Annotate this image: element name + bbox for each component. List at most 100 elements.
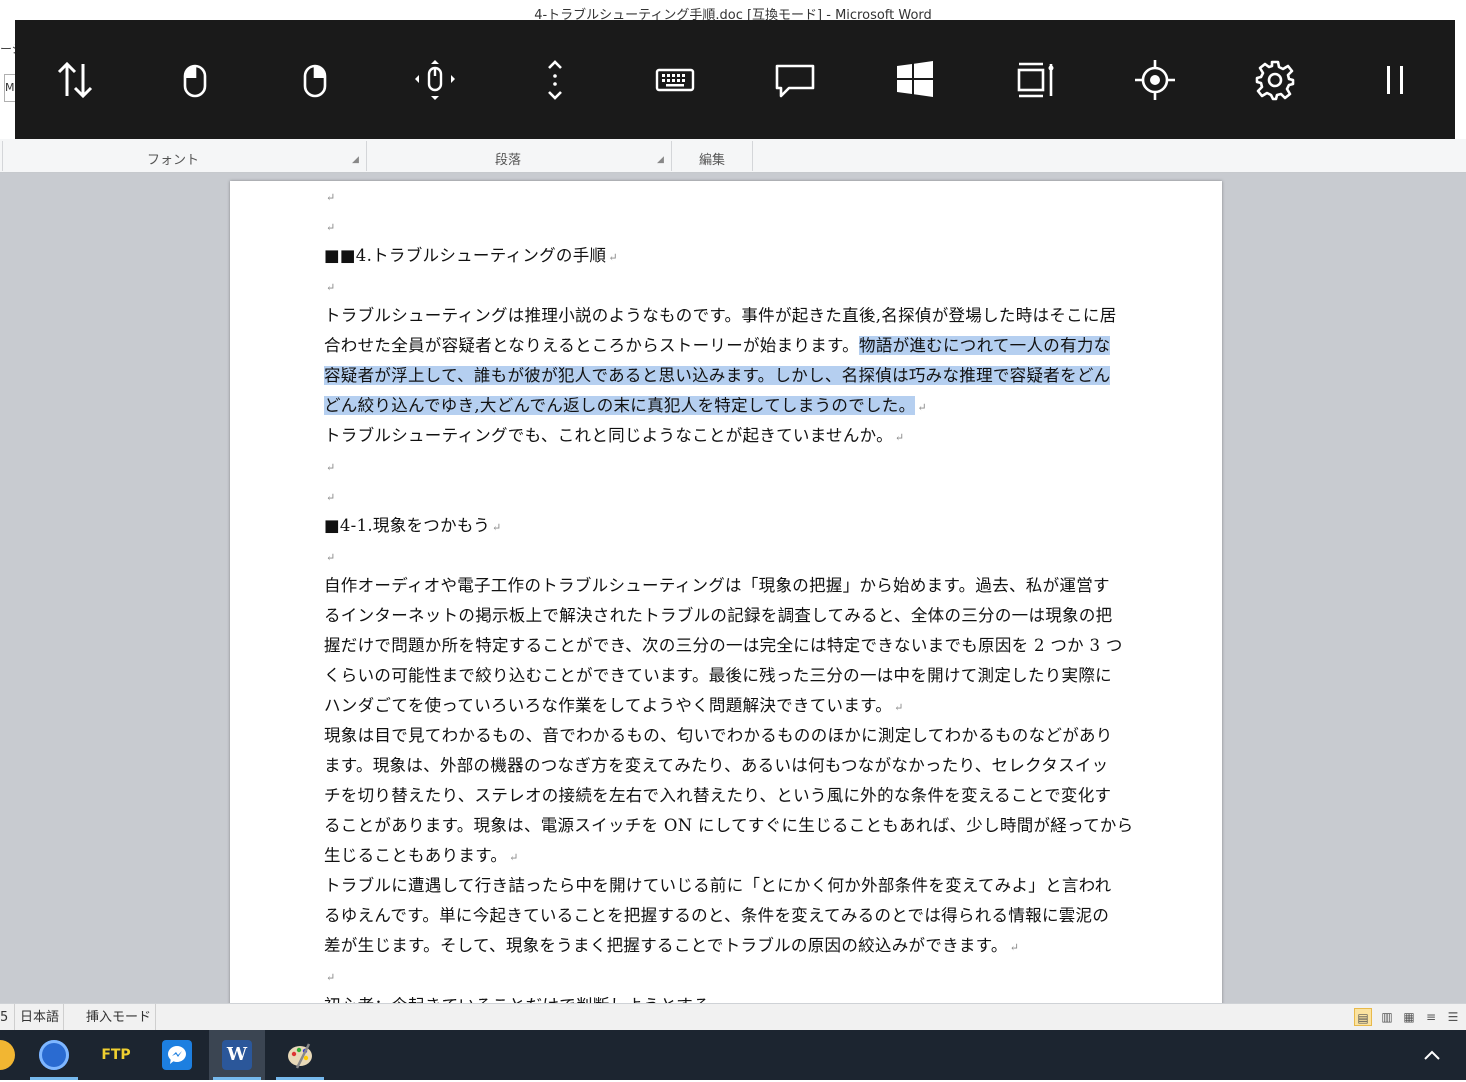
- toolbar-resize-button[interactable]: [975, 20, 1095, 139]
- document-line[interactable]: 容疑者が浮上して、誰もが彼が犯人であると思い込みます。しかし、名探偵は巧みな推理…: [324, 361, 1154, 391]
- target-crosshair-icon: [1135, 59, 1175, 100]
- taskbar-app-messenger[interactable]: [149, 1030, 205, 1080]
- scroll-vertical-icon: [548, 59, 562, 100]
- taskbar-app-word[interactable]: W: [209, 1030, 265, 1080]
- document-workspace[interactable]: ↵ ↵ ■■4.トラブルシューティングの手順 ↵ ↵ トラブルシューティングは推理小説のよ…: [0, 173, 1466, 1015]
- line-text: 容疑者が浮上して、誰もが彼が犯人であると思い込みます。しかし、名探偵は巧みな推理…: [324, 366, 1111, 385]
- toolbar-pause-button[interactable]: [1335, 20, 1455, 139]
- toolbar-keyboard-button[interactable]: [615, 20, 735, 139]
- web-layout-view-icon[interactable]: ▦: [1400, 1008, 1418, 1026]
- mouse-left-click-icon: [183, 64, 207, 97]
- ftp-client-icon: FTP: [101, 1047, 131, 1063]
- empty-paragraph[interactable]: ↵: [324, 211, 1154, 241]
- line-text: トラブルシューティングは推理小説のようなものです。事件が起きた直後,名探偵が登場…: [324, 306, 1117, 325]
- remote-control-toolbar: [15, 20, 1455, 139]
- empty-paragraph[interactable]: ↵: [324, 181, 1154, 211]
- document-line[interactable]: トラブルシューティングでも、これと同じようなことが起きていませんか。 ↵: [324, 421, 1154, 451]
- document-line[interactable]: 自作オーディオや電子工作のトラブルシューティングは「現象の把握」から始めます。過…: [324, 571, 1154, 601]
- swap-vertical-icon: [57, 61, 93, 98]
- line-text: ることがあります。現象は、電源スイッチを ON にしてすぐに生じることもあれば、…: [324, 816, 1134, 835]
- paragraph-mark-icon: ↵: [326, 971, 336, 984]
- paragraph-dialog-launcher-icon[interactable]: ◢: [657, 156, 665, 165]
- line-text: ハンダごてを使っていろいろな作業をしてようやく問題解決できています。: [324, 696, 893, 715]
- paragraph-mark-icon: ↵: [326, 491, 336, 504]
- taskbar-app-ftp[interactable]: FTP: [88, 1030, 144, 1080]
- toolbar-settings-button[interactable]: [1215, 20, 1335, 139]
- document-line[interactable]: るインターネットの掲示板上で解決されたトラブルの記録を調査してみると、全体の三分…: [324, 601, 1154, 631]
- empty-paragraph[interactable]: ↵: [324, 541, 1154, 571]
- document-line[interactable]: ることがあります。現象は、電源スイッチを ON にしてすぐに生じることもあれば、…: [324, 811, 1154, 841]
- toolbar-swap-button[interactable]: [15, 20, 135, 139]
- print-layout-view-icon[interactable]: ▤: [1354, 1008, 1372, 1026]
- messenger-icon: [162, 1040, 192, 1070]
- document-line[interactable]: 合わせた全員が容疑者となりえるところからストーリーが始まります。物語が進むにつれ…: [324, 331, 1154, 361]
- paragraph-mark-icon: ↵: [326, 551, 336, 564]
- taskbar-app-paint[interactable]: [272, 1030, 328, 1080]
- document-line[interactable]: チを切り替えたり、ステレオの接続を左右で入れ替えたり、という風に外的な条件を変え…: [324, 781, 1154, 811]
- line-text: 差が生じます。そして、現象をうまく把握することでトラブルの原因の絞込みができます…: [324, 936, 1008, 955]
- document-page[interactable]: ↵ ↵ ■■4.トラブルシューティングの手順 ↵ ↵ トラブルシューティングは推理小説のよ…: [230, 181, 1222, 1015]
- taskbar-app-browser[interactable]: [26, 1030, 82, 1080]
- document-line[interactable]: くらいの可能性まで絞り込むことができています。最後に残った三分の一は中を開けて測…: [324, 661, 1154, 691]
- line-text: るゆえんです。単に今起きていることを把握するのと、条件を変えてみるのとでは得られ…: [324, 906, 1110, 925]
- outline-view-icon[interactable]: ≡: [1422, 1008, 1440, 1026]
- taskbar-app-folder[interactable]: [0, 1030, 28, 1080]
- document-line[interactable]: ■4-1.現象をつかもう ↵: [324, 511, 1154, 541]
- document-line[interactable]: トラブルシューティングは推理小説のようなものです。事件が起きた直後,名探偵が登場…: [324, 301, 1154, 331]
- toolbar-right-click-button[interactable]: [255, 20, 375, 139]
- document-body[interactable]: ↵ ↵ ■■4.トラブルシューティングの手順 ↵ ↵ トラブルシューティングは推理小説のよ…: [324, 181, 1154, 1021]
- status-bar: 5 日本語 挿入モード ▤ ▥ ▦ ≡ ☰: [0, 1003, 1466, 1031]
- toolbar-left-click-button[interactable]: [135, 20, 255, 139]
- folder-icon: [0, 1040, 15, 1070]
- document-line[interactable]: 握だけで問題か所を特定することができ、次の三分の一は完全には特定できないまでも原…: [324, 631, 1154, 661]
- draft-view-icon[interactable]: ☰: [1444, 1008, 1462, 1026]
- ribbon-group-paragraph: 段落: [494, 153, 521, 168]
- toolbar-windows-button[interactable]: [855, 20, 975, 139]
- empty-paragraph[interactable]: ↵: [324, 481, 1154, 511]
- line-text: ■■4.トラブルシューティングの手順: [324, 246, 607, 265]
- toolbar-chat-button[interactable]: [735, 20, 855, 139]
- toolbar-mouse-move-button[interactable]: [375, 20, 495, 139]
- toolbar-target-button[interactable]: [1095, 20, 1215, 139]
- tray-expand-chevron-icon[interactable]: [1422, 1042, 1442, 1068]
- line-text: トラブルシューティングでも、これと同じようなことが起きていませんか。: [324, 426, 893, 445]
- line-text: くらいの可能性まで絞り込むことができています。最後に残った三分の一は中を開けて測…: [324, 666, 1112, 685]
- paragraph-mark-icon: ↵: [326, 191, 336, 204]
- windows-logo-icon: [897, 60, 933, 97]
- document-line[interactable]: ■■4.トラブルシューティングの手順 ↵: [324, 241, 1154, 271]
- document-line[interactable]: ます。現象は、外部の機器のつなぎ方を変えてみたり、あるいは何もつながなかったり、…: [324, 751, 1154, 781]
- font-dialog-launcher-icon[interactable]: ◢: [352, 156, 360, 165]
- window-title: 4-トラブルシューティング手順.doc [互換モード] - Microsoft …: [0, 0, 1466, 23]
- language-indicator[interactable]: 日本語: [16, 1004, 65, 1031]
- line-text: 自作オーディオや電子工作のトラブルシューティングは「現象の把握」から始めます。過…: [324, 576, 1110, 595]
- line-text: 握だけで問題か所を特定することができ、次の三分の一は完全には特定できないまでも原…: [324, 636, 1123, 655]
- ribbon-group-editing: 編集: [698, 153, 725, 168]
- taskbar: FTP W: [0, 1030, 1466, 1080]
- line-text: どん絞り込んでゆき,大どんでん返しの末に真犯人を特定してしまうのでした。: [324, 396, 916, 415]
- line-text: ます。現象は、外部の機器のつなぎ方を変えてみたり、あるいは何もつながなかったり、…: [324, 756, 1109, 775]
- document-line[interactable]: 差が生じます。そして、現象をうまく把握することでトラブルの原因の絞込みができます…: [324, 931, 1154, 961]
- chat-bubble-icon: [775, 64, 815, 97]
- toolbar-scroll-button[interactable]: [495, 20, 615, 139]
- paragraph-mark-icon: ↵: [894, 431, 905, 444]
- page-indicator[interactable]: 5: [0, 1004, 15, 1031]
- document-line[interactable]: 生じることもあります。 ↵: [324, 841, 1154, 871]
- empty-paragraph[interactable]: ↵: [324, 451, 1154, 481]
- full-screen-reading-view-icon[interactable]: ▥: [1378, 1008, 1396, 1026]
- empty-paragraph[interactable]: ↵: [324, 961, 1154, 991]
- paragraph-mark-icon: ↵: [608, 251, 618, 264]
- ribbon-separator: [752, 141, 753, 171]
- paragraph-mark-icon: ↵: [326, 461, 336, 474]
- insert-mode-indicator[interactable]: 挿入モード: [82, 1004, 157, 1031]
- document-line[interactable]: トラブルに遭遇して行き詰ったら中を開けていじる前に「とにかく何か外部条件を変えて…: [324, 871, 1154, 901]
- document-line[interactable]: 現象は目で見てわかるもの、音でわかるもの、匂いでわかるもののほかに測定してわかる…: [324, 721, 1154, 751]
- line-text: るインターネットの掲示板上で解決されたトラブルの記録を調査してみると、全体の三分…: [324, 606, 1113, 625]
- document-line[interactable]: どん絞り込んでゆき,大どんでん返しの末に真犯人を特定してしまうのでした。 ↵: [324, 391, 1154, 421]
- line-text: トラブルに遭遇して行き詰ったら中を開けていじる前に「とにかく何か外部条件を変えて…: [324, 876, 1112, 895]
- empty-paragraph[interactable]: ↵: [324, 271, 1154, 301]
- ribbon-group-font: フォント: [146, 153, 199, 168]
- line-text: 現象は目で見てわかるもの、音でわかるもの、匂いでわかるもののほかに測定してわかる…: [324, 726, 1113, 745]
- document-line[interactable]: ハンダごてを使っていろいろな作業をしてようやく問題解決できています。 ↵: [324, 691, 1154, 721]
- line-text-selected: 物語が進むにつれて一人の有力な: [858, 336, 1111, 355]
- document-line[interactable]: るゆえんです。単に今起きていることを把握するのと、条件を変えてみるのとでは得られ…: [324, 901, 1154, 931]
